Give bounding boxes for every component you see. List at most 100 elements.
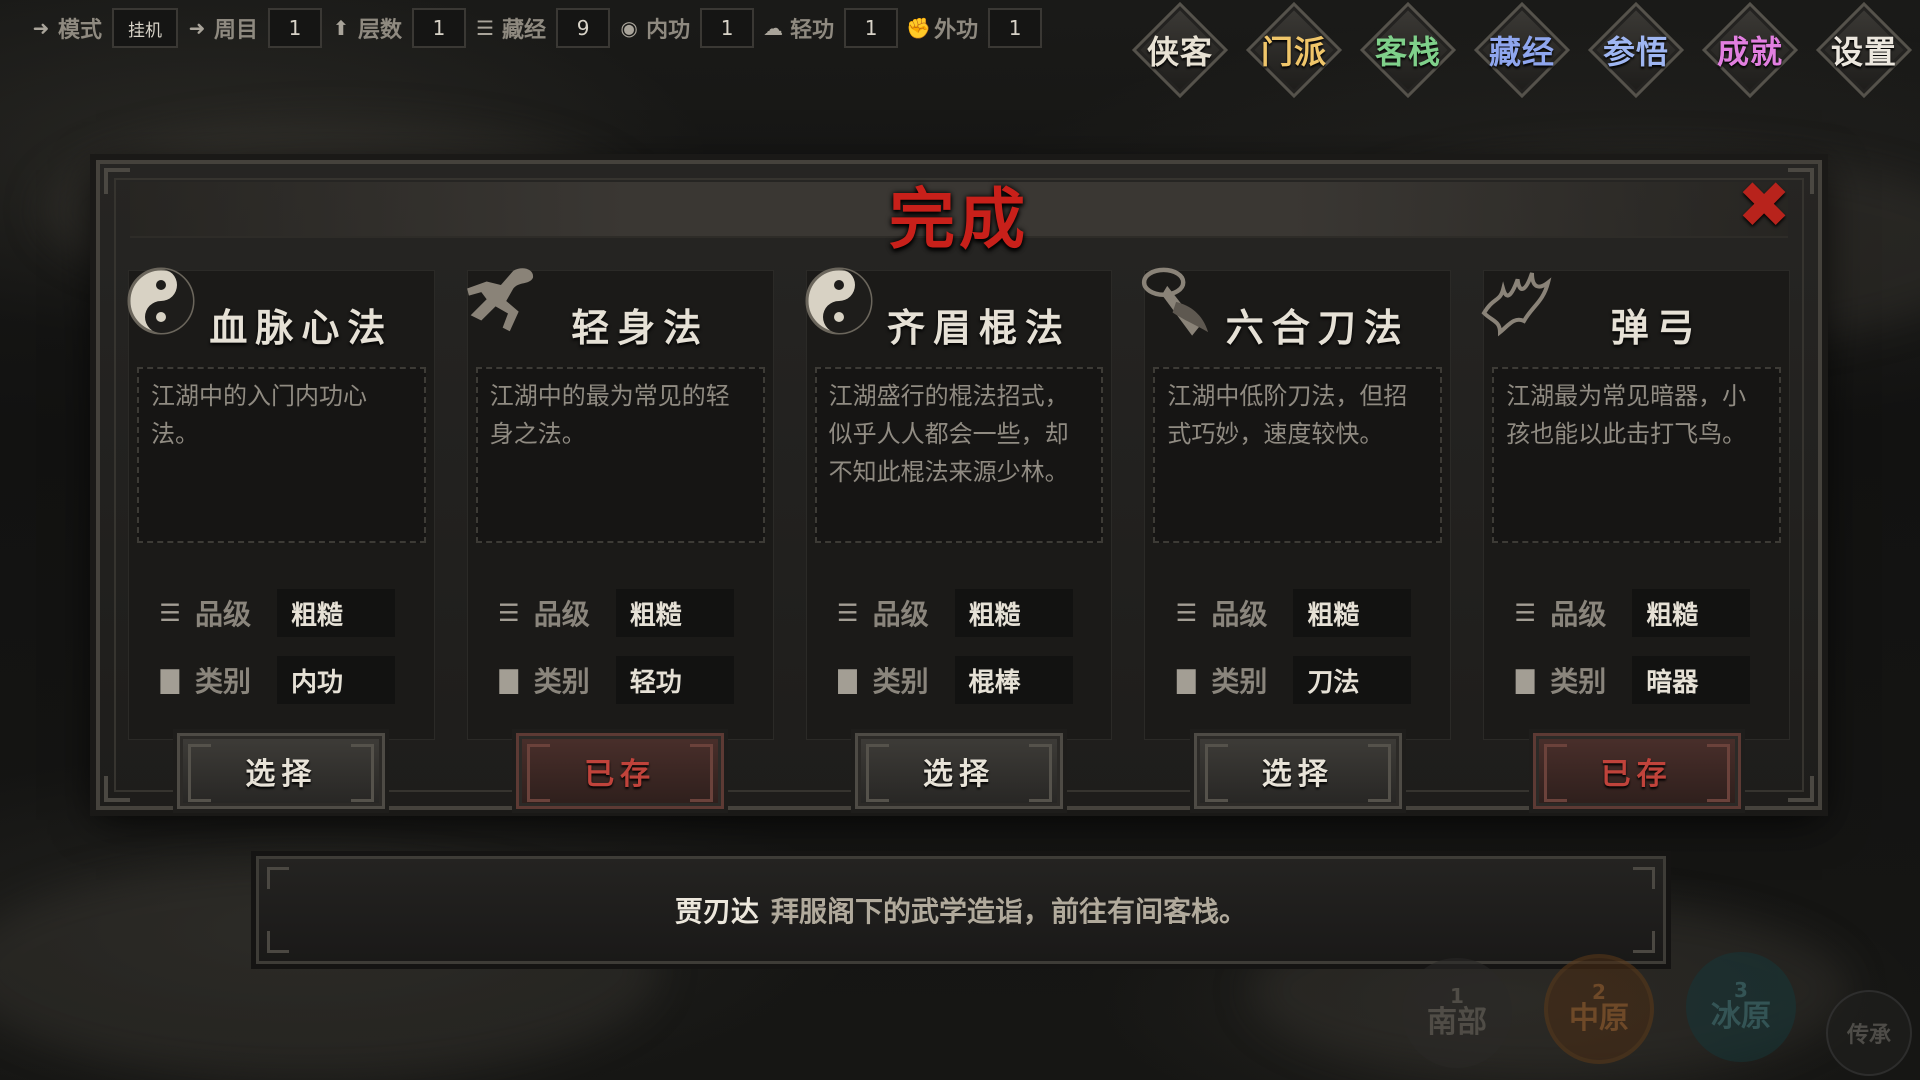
category-row: ▇ 类别 棍棒 xyxy=(831,656,1073,704)
sort-icon: ☰ xyxy=(836,599,859,627)
legacy-button[interactable]: 传承 xyxy=(1826,990,1912,1076)
mode-value[interactable]: 挂机 xyxy=(112,8,179,48)
grade-value: 粗糙 xyxy=(1293,589,1412,637)
stat-outer-power: ✊ 外功 1 xyxy=(906,0,1043,56)
stat-scriptures: ☰ 藏经 9 xyxy=(474,0,611,56)
category-label: 类别 xyxy=(1550,665,1607,698)
arrow-right-icon: ➜ xyxy=(188,16,206,40)
grade-row: ☰ 品级 粗糙 xyxy=(153,589,395,637)
book-icon: ▇ xyxy=(499,666,519,694)
category-value: 内功 xyxy=(277,656,395,704)
nav-inn[interactable]: 客栈 xyxy=(1359,0,1457,100)
nav-heroes[interactable]: 侠客 xyxy=(1131,0,1229,100)
skill-description: 江湖中的最为常见的轻身之法。 xyxy=(475,367,765,543)
stat-inner-power: ◉ 内功 1 xyxy=(618,0,755,56)
stat-value: 1 xyxy=(268,8,323,48)
skill-card: 六合刀法 江湖中低阶刀法，但招式巧妙，速度较快。 ☰ 品级 粗糙 ▇ 类别 刀法… xyxy=(1142,267,1452,809)
category-value: 轻功 xyxy=(615,656,734,704)
sort-icon: ☰ xyxy=(159,599,181,627)
nav-label: 侠客 xyxy=(1146,33,1213,71)
category-label: 类别 xyxy=(533,665,590,698)
grade-label: 品级 xyxy=(1211,598,1268,631)
skill-description: 江湖中的入门内功心法。 xyxy=(137,367,426,543)
saved-button[interactable]: 已存 xyxy=(516,733,725,809)
category-value: 棍棒 xyxy=(954,656,1073,704)
skill-card: 齐眉棍法 江湖盛行的棍法招式，似乎人人都会一些，却不知此棍法来源少林。 ☰ 品级… xyxy=(805,267,1113,809)
grade-value: 粗糙 xyxy=(1632,589,1751,637)
stat-lightness: ☁ 轻功 1 xyxy=(762,0,899,56)
book-icon: ▇ xyxy=(1515,666,1535,694)
close-button[interactable]: ✖ xyxy=(1732,174,1796,238)
skill-name: 血脉心法 xyxy=(209,305,394,350)
arrow-up-icon: ⬆ xyxy=(332,16,350,40)
grade-label: 品级 xyxy=(872,598,929,631)
region-label: 冰原 xyxy=(1711,999,1771,1034)
nav-label: 参悟 xyxy=(1602,33,1669,71)
completion-dialog: 完成 ✖ 血脉心法 江湖中的入门内功心法。 ☰ 品级 粗糙 ▇ 类别 内功 选择 xyxy=(96,160,1822,810)
stat-bar: ➜ 模式 挂机 ➜ 周目 1 ⬆ 层数 1 ☰ 藏经 9 ◉ 内功 1 ☁ 轻功… xyxy=(0,0,1050,56)
region-number: 1 xyxy=(1450,984,1464,1008)
stat-label: 层数 xyxy=(358,18,403,43)
grade-value: 粗糙 xyxy=(615,589,734,637)
grade-label: 品级 xyxy=(195,598,252,631)
category-label: 类别 xyxy=(872,665,929,698)
region-south[interactable]: 1 南部 xyxy=(1402,958,1512,1068)
nav-label: 设置 xyxy=(1830,33,1897,71)
skill-name: 齐眉棍法 xyxy=(886,305,1071,350)
grade-row: ☰ 品级 粗糙 xyxy=(492,589,734,637)
skill-description: 江湖中低阶刀法，但招式巧妙，速度较快。 xyxy=(1153,367,1443,543)
stat-label: 内功 xyxy=(646,18,691,43)
stat-value: 1 xyxy=(700,8,755,48)
region-number: 2 xyxy=(1592,980,1606,1004)
stat-label: 藏经 xyxy=(502,18,547,43)
sort-icon: ☰ xyxy=(498,599,520,627)
stat-mode[interactable]: ➜ 模式 挂机 xyxy=(30,0,179,56)
stat-value: 1 xyxy=(988,8,1043,48)
stat-value: 9 xyxy=(556,8,611,48)
select-button[interactable]: 选择 xyxy=(854,733,1063,809)
select-button[interactable]: 选择 xyxy=(1193,733,1402,809)
category-row: ▇ 类别 轻功 xyxy=(492,656,734,704)
grade-row: ☰ 品级 粗糙 xyxy=(831,589,1073,637)
category-row: ▇ 类别 暗器 xyxy=(1508,656,1751,704)
book-icon: ▇ xyxy=(160,666,180,694)
category-row: ▇ 类别 内功 xyxy=(153,656,395,704)
sort-icon: ☰ xyxy=(476,16,495,40)
region-number: 3 xyxy=(1734,978,1748,1002)
skill-description: 江湖最为常见暗器，小孩也能以此击打飞鸟。 xyxy=(1492,367,1781,543)
select-button[interactable]: 选择 xyxy=(177,733,386,809)
nav-comprehend[interactable]: 参悟 xyxy=(1587,0,1685,100)
nav-scriptures[interactable]: 藏经 xyxy=(1473,0,1571,100)
arrow-right-icon: ➜ xyxy=(32,16,50,40)
region-label: 中原 xyxy=(1569,1001,1629,1036)
message-box: 贾刃达 拜服阁下的武学造诣，前往有间客栈。 xyxy=(256,856,1666,964)
nav-label: 藏经 xyxy=(1488,33,1555,71)
nav-label: 客栈 xyxy=(1374,33,1441,71)
fist-icon: ✊ xyxy=(906,16,931,40)
stat-floor: ⬆ 层数 1 xyxy=(330,0,467,56)
dialog-title: 完成 xyxy=(889,180,1029,258)
nav-achievements[interactable]: 成就 xyxy=(1701,0,1799,100)
grade-label: 品级 xyxy=(533,598,590,631)
grade-value: 粗糙 xyxy=(954,589,1073,637)
nav-sect[interactable]: 门派 xyxy=(1245,0,1343,100)
skill-name: 六合刀法 xyxy=(1225,305,1410,350)
stat-cycle: ➜ 周目 1 xyxy=(186,0,323,56)
category-label: 类别 xyxy=(1211,665,1268,698)
region-ice-plain[interactable]: 3 冰原 xyxy=(1686,952,1796,1062)
grade-row: ☰ 品级 粗糙 xyxy=(1169,589,1412,637)
main-nav: 侠客 门派 客栈 藏经 参悟 成就 设置 xyxy=(1131,0,1913,100)
grade-row: ☰ 品级 粗糙 xyxy=(1508,589,1751,637)
stat-value: 1 xyxy=(412,8,467,48)
category-row: ▇ 类别 刀法 xyxy=(1169,656,1412,704)
skill-card: 轻身法 江湖中的最为常见的轻身之法。 ☰ 品级 粗糙 ▇ 类别 轻功 已存 xyxy=(466,268,774,809)
region-central[interactable]: 2 中原 xyxy=(1544,954,1654,1064)
saved-button[interactable]: 已存 xyxy=(1532,733,1741,809)
nav-settings[interactable]: 设置 xyxy=(1815,0,1913,100)
nav-label: 门派 xyxy=(1260,33,1327,71)
stat-label: 轻功 xyxy=(790,18,835,43)
circle-icon: ◉ xyxy=(620,16,638,40)
stat-label: 模式 xyxy=(58,18,103,43)
speaker-name: 贾刃达 xyxy=(674,895,759,928)
book-icon: ▇ xyxy=(838,666,857,694)
